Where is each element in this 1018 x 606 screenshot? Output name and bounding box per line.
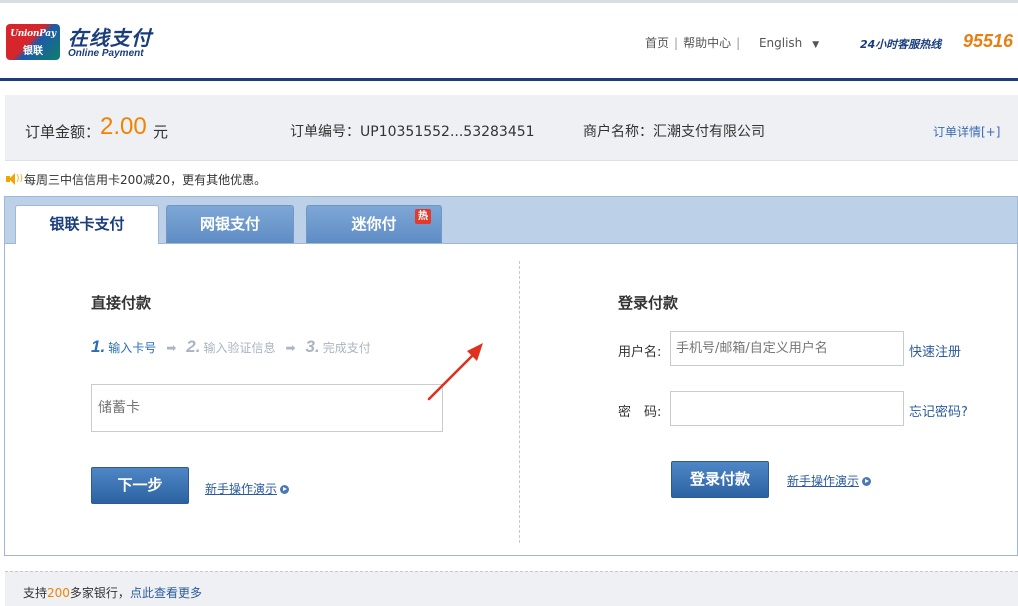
hotline-number: 95516 xyxy=(963,31,1014,51)
logo-text-en: UnionPay xyxy=(10,29,56,39)
bank-count: 200 xyxy=(47,586,70,600)
tab-label: 迷你付 xyxy=(351,215,397,233)
forgot-password-link[interactable]: 忘记密码? xyxy=(909,401,968,420)
login-pay-title: 登录付款 xyxy=(618,294,679,312)
speaker-icon: )) xyxy=(6,173,23,185)
order-info-bar: 订单金额： 2.00 元 订单编号：UP10351552...53283451 … xyxy=(5,95,1018,161)
nav-separator: | xyxy=(674,36,679,50)
quick-register-link[interactable]: 快速注册 xyxy=(909,341,961,360)
payment-steps: 1. 输入卡号 ➡ 2. 输入验证信息 ➡ 3. 完成支付 xyxy=(91,337,371,357)
dropdown-arrow-icon: ▼ xyxy=(812,40,820,50)
tab-online-banking[interactable]: 网银支付 xyxy=(166,205,294,243)
order-number: 订单编号：UP10351552...53283451 xyxy=(290,124,535,140)
section-divider xyxy=(519,261,520,543)
order-amount-label: 订单金额： xyxy=(25,123,101,141)
password-label: 密 码: xyxy=(618,405,662,420)
username-input[interactable] xyxy=(670,331,904,366)
beginner-guide-link[interactable]: 新手操作演示 xyxy=(787,472,872,489)
order-amount-unit: 元 xyxy=(153,123,169,141)
nav-help-link[interactable]: 帮助中心 xyxy=(683,36,731,50)
payment-panel: 银联卡支付 网银支付 迷你付 热 直接付款 1. 输入卡号 ➡ 2. 输入验证信息 ➡ 3. 完… xyxy=(4,196,1018,556)
header: UnionPay 银联 在线支付 Online Payment 首页 | 帮助中心 |… xyxy=(0,3,1018,80)
unionpay-logo: UnionPay 银联 xyxy=(6,24,60,60)
brand-title: 在线支付 xyxy=(68,26,152,50)
view-more-banks-link[interactable]: 点此查看更多 xyxy=(130,586,202,600)
step-arrow-icon: ➡ xyxy=(285,341,296,355)
direct-pay-title: 直接付款 xyxy=(91,294,152,312)
language-select[interactable]: English ▼ xyxy=(759,36,819,50)
brand-subtitle: Online Payment xyxy=(68,48,144,59)
password-input[interactable] xyxy=(670,391,904,426)
order-detail-link[interactable]: 订单详情[+] xyxy=(933,123,1000,140)
order-amount: 2.00 xyxy=(100,113,147,140)
nav-separator: | xyxy=(736,36,741,50)
promo-text: 每周三中信信用卡200减20，更有其他优惠。 xyxy=(24,173,267,187)
step-3: 3. 完成支付 xyxy=(305,337,371,356)
nav-home-link[interactable]: 首页 xyxy=(645,36,669,50)
merchant-name: 商户名称：汇潮支付有限公司 xyxy=(583,124,765,140)
tab-unionpay-card[interactable]: 银联卡支付 xyxy=(15,205,159,244)
supported-banks-bar: 支持200多家银行，点此查看更多 xyxy=(5,571,1018,606)
step-arrow-icon: ➡ xyxy=(166,341,177,355)
card-number-input[interactable] xyxy=(91,384,443,432)
username-label: 用户名: xyxy=(618,345,662,360)
play-icon xyxy=(862,477,872,486)
tab-label: 网银支付 xyxy=(199,215,260,233)
next-step-button[interactable]: 下一步 xyxy=(91,467,189,504)
play-icon xyxy=(280,485,290,494)
header-divider xyxy=(0,78,1018,81)
top-nav: 首页 | 帮助中心 | English ▼ xyxy=(645,34,819,51)
step-1: 1. 输入卡号 xyxy=(91,337,157,356)
logo-text-cn: 银联 xyxy=(23,46,43,57)
login-pay-button[interactable]: 登录付款 xyxy=(671,461,769,498)
step-2: 2. 输入验证信息 xyxy=(186,337,276,356)
annotation-arrow-icon xyxy=(427,343,483,401)
hot-badge: 热 xyxy=(415,209,431,224)
tab-label: 银联卡支付 xyxy=(49,215,125,233)
promo-notice: )) 每周三中信信用卡200减20，更有其他优惠。 xyxy=(6,171,266,188)
tab-mini-pay[interactable]: 迷你付 热 xyxy=(306,205,442,243)
hotline-label: 24小时客服热线 xyxy=(860,38,942,51)
language-label: English xyxy=(758,36,803,50)
payment-tabs: 银联卡支付 网银支付 迷你付 热 xyxy=(5,197,1017,244)
beginner-guide-link[interactable]: 新手操作演示 xyxy=(205,480,290,497)
supported-banks-text: 支持200多家银行，点此查看更多 xyxy=(23,586,202,600)
